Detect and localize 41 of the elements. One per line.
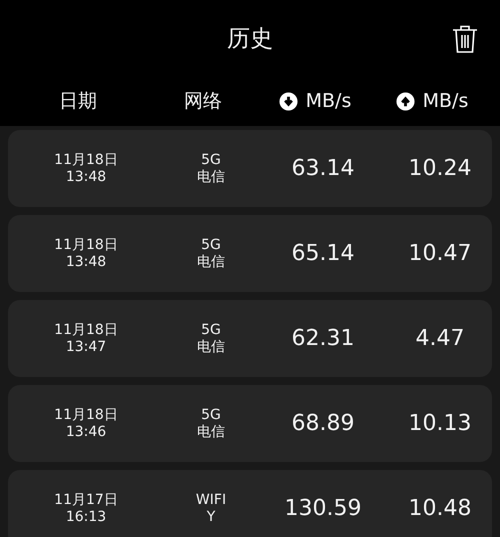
time-text: 13:48 — [66, 254, 106, 270]
date-text: 11月18日 — [54, 322, 118, 338]
date-text: 11月18日 — [54, 406, 118, 424]
date-text: 11月18日 — [54, 236, 118, 254]
download-speed: 130.59 — [284, 495, 362, 523]
carrier-name: 电信 — [197, 254, 225, 270]
delete-icon[interactable] — [452, 25, 478, 53]
column-header: MB/s — [306, 88, 352, 114]
history-card[interactable]: 11月18日 13:48 5G 电信 63.14 10.24 — [8, 130, 492, 207]
network-type: 5G — [201, 322, 221, 338]
carrier-name: 电信 — [197, 338, 225, 356]
carrier-name: 电信 — [197, 168, 225, 186]
download-speed: 63.14 — [292, 155, 354, 183]
date-text: 11月18日 — [54, 152, 118, 168]
column-header: 日期 — [59, 88, 97, 114]
network-type: WIFI — [196, 492, 226, 508]
network-type: 5G — [201, 152, 221, 168]
upload-speed: 4.47 — [416, 325, 464, 353]
upload-speed: 10.48 — [408, 495, 472, 523]
upload-speed: 10.47 — [408, 240, 472, 268]
upload-speed: 10.24 — [408, 155, 472, 183]
time-text: 13:46 — [66, 424, 106, 440]
carrier-name: Y — [206, 508, 216, 526]
history-card[interactable]: 11月18日 13:47 5G 电信 62.31 4.47 — [8, 300, 492, 377]
history-card[interactable]: 11月18日 13:46 5G 电信 68.89 10.13 — [8, 385, 492, 462]
column-header: 网络 — [184, 88, 222, 114]
network-type: 5G — [201, 236, 221, 254]
network-type: 5G — [201, 406, 221, 424]
history-card[interactable]: 11月17日 16:13 WIFI Y 130.59 10.48 — [8, 470, 492, 537]
download-speed: 68.89 — [292, 410, 354, 438]
carrier-name: 电信 — [197, 424, 225, 440]
date-text: 11月17日 — [54, 492, 118, 508]
download-speed: 62.31 — [292, 325, 354, 353]
time-text: 13:48 — [66, 168, 106, 186]
column-header: MB/s — [422, 88, 468, 114]
download-speed: 65.14 — [292, 240, 354, 268]
time-text: 13:47 — [66, 338, 106, 356]
time-text: 16:13 — [66, 508, 106, 526]
upload-speed: 10.13 — [408, 410, 472, 438]
page-title: 历史 — [227, 24, 273, 54]
history-card[interactable]: 11月18日 13:48 5G 电信 65.14 10.47 — [8, 215, 492, 292]
